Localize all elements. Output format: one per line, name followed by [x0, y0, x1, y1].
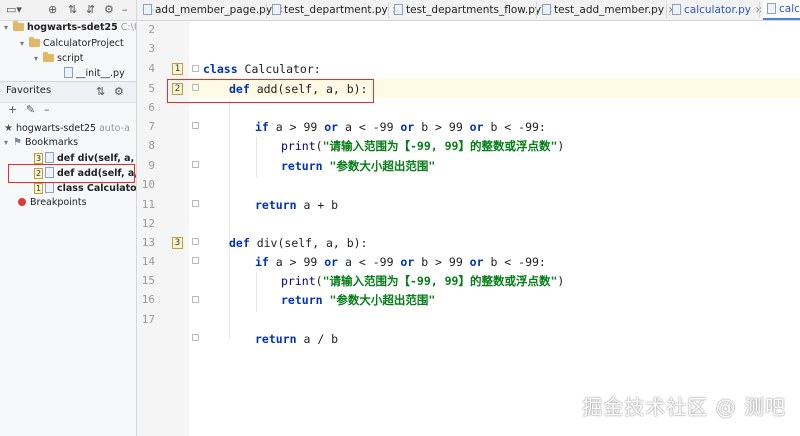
- fold-marker-icon[interactable]: [192, 161, 199, 168]
- code-line-14[interactable]: print("请输入范围为【-99, 99】的整数或浮点数"): [281, 271, 564, 291]
- chevron-down-icon: ▾: [4, 138, 9, 147]
- line-number: 2: [148, 23, 155, 36]
- remove-icon[interactable]: –: [44, 103, 50, 117]
- tree-item-init[interactable]: __init__.py: [64, 66, 125, 82]
- folder-icon: [29, 37, 40, 47]
- folder-icon: [43, 52, 54, 62]
- class-icon: [45, 182, 54, 193]
- bookmark-icon: ⚑: [13, 137, 22, 148]
- tree-item-script[interactable]: ▾ script: [34, 51, 83, 67]
- python-file-icon: [64, 67, 73, 78]
- gear-icon[interactable]: ⚙: [114, 85, 124, 99]
- chevron-down-icon: ▾: [34, 54, 39, 63]
- breakpoint-icon: [18, 198, 26, 206]
- locate-icon[interactable]: ⊕: [48, 3, 57, 17]
- code-line-7[interactable]: print("请输入范围为【-99, 99】的整数或浮点数"): [281, 136, 564, 156]
- python-file-icon: [542, 4, 551, 15]
- python-file-icon: [143, 4, 152, 15]
- line-number: 6: [148, 101, 155, 114]
- add-icon[interactable]: +: [8, 103, 17, 117]
- line-number: 7: [148, 120, 155, 133]
- line-number: 10: [141, 178, 155, 191]
- python-file-icon: [272, 4, 281, 15]
- fold-marker-icon[interactable]: [192, 122, 199, 129]
- tree-item-project[interactable]: ▾ CalculatorProject: [20, 36, 124, 52]
- python-file-icon: [767, 3, 776, 14]
- line-number: 13: [141, 236, 155, 249]
- editor-tabs: add_member_page.py✕ test_department.py✕ …: [137, 0, 800, 21]
- indent-guide: [256, 137, 257, 177]
- line-number: 3: [148, 42, 155, 55]
- watermark: 掘金技术社区 @ 测吧: [582, 395, 786, 419]
- line-number: 5: [148, 82, 155, 95]
- line-number: [137, 329, 155, 349]
- project-toolbar: ▭▾ ⊕ ⇅ ⇵ ⚙ –: [0, 0, 136, 21]
- gear-icon[interactable]: ⚙: [104, 3, 114, 17]
- tree-root[interactable]: ▾hogwarts-sdet25 C:\Us: [4, 20, 136, 36]
- favorites-header: Favorites ⇅ ⚙: [0, 81, 136, 103]
- code-line-12[interactable]: def div(self, a, b):: [229, 233, 367, 253]
- line-number: 12: [141, 217, 155, 230]
- bookmarks-node[interactable]: ▾ ⚑ Bookmarks: [4, 135, 78, 151]
- bookmark-badge[interactable]: 1: [172, 63, 183, 75]
- expand-icon[interactable]: ⇅: [96, 85, 105, 99]
- star-icon: ★: [4, 123, 13, 134]
- code-line-15[interactable]: return "参数大小超出范围": [281, 290, 435, 310]
- fold-marker-icon[interactable]: [192, 238, 199, 245]
- tab-add-member-page[interactable]: add_member_page.py✕: [143, 0, 284, 20]
- bookmark-highlight-box: [8, 164, 135, 183]
- code-highlight-box: [167, 79, 374, 103]
- bookmark-badge[interactable]: 3: [172, 237, 183, 249]
- indent-guide: [229, 100, 230, 338]
- line-number: 17: [141, 313, 155, 326]
- tab-test-add-member[interactable]: test_add_member.py✕: [542, 0, 676, 20]
- fold-marker-icon[interactable]: [192, 296, 199, 303]
- fold-marker-icon[interactable]: [192, 334, 199, 341]
- project-view-icon[interactable]: ▭▾: [6, 3, 22, 17]
- favorites-toolbar: + ✎ –: [0, 101, 136, 119]
- fold-marker-icon[interactable]: [192, 200, 199, 207]
- expand-icon[interactable]: ⇅: [68, 3, 77, 17]
- chevron-down-icon: ▾: [4, 23, 9, 32]
- line-number: 16: [141, 293, 155, 306]
- edit-icon[interactable]: ✎: [26, 103, 35, 117]
- line-number: 8: [148, 139, 155, 152]
- fold-marker-icon[interactable]: [192, 65, 199, 72]
- code-line-8[interactable]: return "参数大小超出范围": [281, 156, 435, 176]
- project-panel: ▭▾ ⊕ ⇅ ⇵ ⚙ – ▾hogwarts-sdet25 C:\Us ▾Cal…: [0, 0, 137, 436]
- line-number: 4: [148, 62, 155, 75]
- code-line-10[interactable]: return a + b: [255, 195, 338, 215]
- line-number: 15: [141, 274, 155, 287]
- indent-guide: [256, 272, 257, 312]
- chevron-down-icon: ▾: [20, 39, 25, 48]
- line-number: 11: [141, 198, 155, 211]
- python-file-icon: [672, 4, 681, 15]
- code-line-17[interactable]: return a / b: [255, 329, 338, 349]
- method-icon: [45, 152, 54, 163]
- code-line-3[interactable]: class Calculator:: [203, 59, 321, 79]
- python-file-icon: [394, 4, 403, 15]
- folder-icon: [13, 21, 24, 31]
- tab-calculator[interactable]: calculator.py✕: [672, 0, 763, 20]
- code-line-6[interactable]: if a > 99 or a < -99 or b > 99 or b < -9…: [255, 117, 546, 137]
- hide-icon[interactable]: –: [122, 3, 128, 17]
- tab-test-departments-flow[interactable]: test_departments_flow.py✕: [394, 0, 553, 20]
- fold-marker-icon[interactable]: [192, 257, 199, 264]
- tab-calc-active[interactable]: calc.: [763, 0, 800, 20]
- line-number: 14: [141, 255, 155, 268]
- code-line-13[interactable]: if a > 99 or a < -99 or b > 99 or b < -9…: [255, 252, 546, 272]
- collapse-icon[interactable]: ⇵: [86, 3, 95, 17]
- tab-test-department[interactable]: test_department.py✕: [272, 0, 399, 20]
- breakpoints-node[interactable]: Breakpoints: [18, 195, 87, 211]
- line-number: 9: [148, 159, 155, 172]
